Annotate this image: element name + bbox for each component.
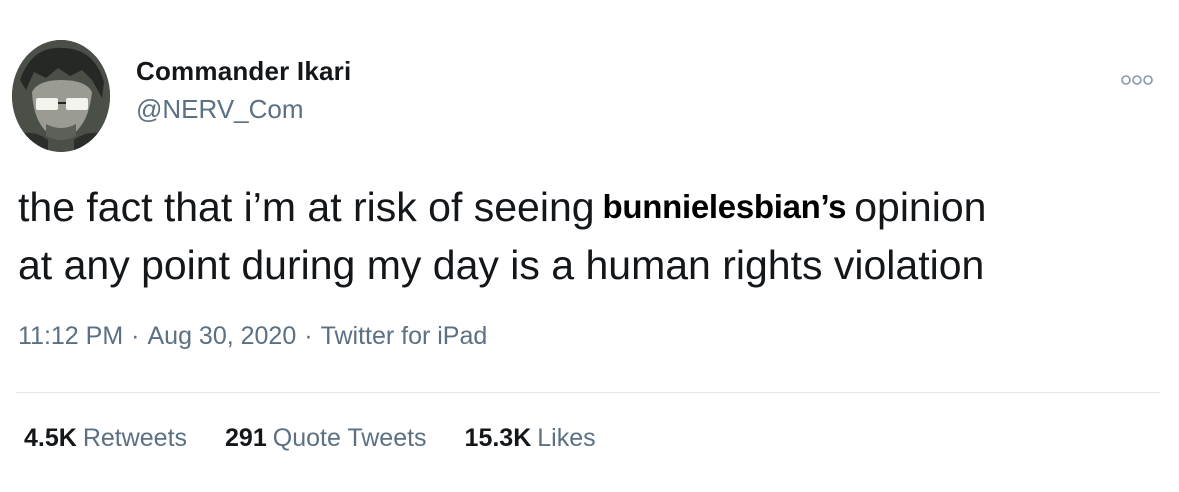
likes-stat[interactable]: 15.3K Likes [465,424,596,453]
meta-separator: · [304,322,313,350]
tweet-meta: 11:12 PM · Aug 30, 2020 · Twitter for iPad [18,322,487,351]
tweet-time[interactable]: 11:12 PM [18,322,123,350]
user-handle[interactable]: @NERV_Com [136,94,304,125]
mention-username: bunnielesbian’s [602,188,847,225]
retweets-count: 4.5K [24,424,77,452]
more-dots-icon[interactable] [1119,72,1155,88]
tweet-text-line1-end: opinion [854,184,987,230]
divider [16,392,1160,393]
retweets-stat[interactable]: 4.5K Retweets [24,424,187,453]
quote-tweets-stat[interactable]: 291 Quote Tweets [225,424,427,453]
retweets-label: Retweets [82,424,188,452]
tweet-text-start: the fact that i’m at risk of seeing [18,184,595,230]
avatar[interactable] [12,40,110,152]
display-name[interactable]: Commander Ikari [136,56,351,87]
quote-tweets-label: Quote Tweets [272,424,427,452]
likes-count: 15.3K [464,424,532,452]
tweet-date[interactable]: Aug 30, 2020 [147,322,296,350]
quote-tweets-count: 291 [225,424,267,452]
tweet-source[interactable]: Twitter for iPad [321,322,488,350]
likes-label: Likes [537,424,596,452]
tweet-stats: 4.5K Retweets 291 Quote Tweets 15.3K Likes [24,424,596,453]
tweet-text: the fact that i’m at risk of seeing bunni… [18,178,1168,294]
tweet-text-line2: at any point during my day is a human ri… [18,242,985,288]
tweet-card: Commander Ikari @NERV_Com the fact that … [0,0,1179,492]
avatar-portrait-icon [12,40,110,152]
meta-separator: · [131,322,140,350]
